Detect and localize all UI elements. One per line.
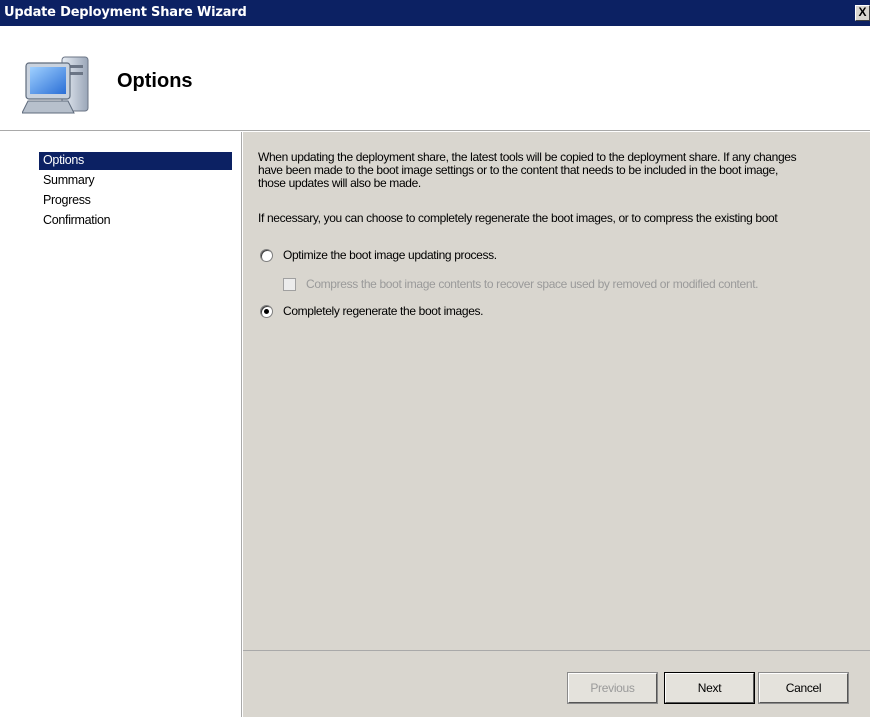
wizard-footer: Previous Next Cancel <box>243 650 870 717</box>
regenerate-radio[interactable] <box>260 304 273 318</box>
sidebar-item-confirmation[interactable]: Confirmation <box>39 212 232 230</box>
close-button[interactable]: X <box>855 5 870 21</box>
options-panel: When updating the deployment share, the … <box>243 132 870 650</box>
regenerate-label: Completely regenerate the boot images. <box>283 304 484 318</box>
optimize-radio[interactable] <box>260 248 273 262</box>
sidebar-item-summary[interactable]: Summary <box>39 172 232 190</box>
compress-checkbox <box>283 277 296 291</box>
title-bar: Update Deployment Share Wizard X <box>0 0 870 26</box>
compress-option: Compress the boot image contents to reco… <box>283 277 759 291</box>
compress-label: Compress the boot image contents to reco… <box>306 277 759 291</box>
sidebar-item-options[interactable]: Options <box>39 152 232 170</box>
regenerate-option[interactable]: Completely regenerate the boot images. <box>260 304 484 318</box>
close-icon: X <box>858 5 867 19</box>
next-button[interactable]: Next <box>664 672 755 704</box>
wizard-header: Options <box>0 26 870 131</box>
computer-monitor-icon <box>22 56 89 114</box>
description-line: those updates will also be made. <box>258 176 421 190</box>
window-title: Update Deployment Share Wizard <box>4 5 247 20</box>
cancel-button[interactable]: Cancel <box>758 672 849 704</box>
description-text: When updating the deployment share, the … <box>258 151 870 190</box>
previous-button[interactable]: Previous <box>567 672 658 704</box>
optimize-option[interactable]: Optimize the boot image updating process… <box>260 248 497 262</box>
page-heading: Options <box>117 70 193 92</box>
instruction-text: If necessary, you can choose to complete… <box>258 211 778 225</box>
wizard-step-list: Options Summary Progress Confirmation <box>0 132 242 717</box>
optimize-label: Optimize the boot image updating process… <box>283 248 497 262</box>
sidebar-item-progress[interactable]: Progress <box>39 192 232 210</box>
